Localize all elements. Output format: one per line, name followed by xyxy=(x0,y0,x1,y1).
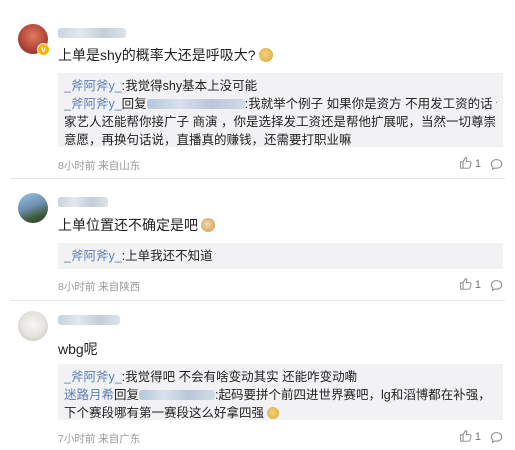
reply-author[interactable]: 迷路月希 xyxy=(64,388,114,402)
comment-text: 上单位置还不确定是吧 xyxy=(58,215,215,235)
divider xyxy=(10,300,505,301)
comment-meta: 8小时前 来自陕西 xyxy=(58,281,141,293)
reply-author[interactable]: _斧阿斧y_ xyxy=(64,97,122,111)
username-blurred[interactable] xyxy=(58,315,120,325)
doge-emoji-icon xyxy=(201,218,215,232)
reply-text: 我觉得吧 不会有啥变动其实 还能咋变动嘞 xyxy=(125,370,358,384)
like-icon xyxy=(459,277,472,293)
comment-actions: 1 xyxy=(459,157,503,171)
comment-meta: 7小时前 来自广东 xyxy=(58,433,141,445)
doge-emoji-icon xyxy=(267,407,280,419)
reply-item: _斧阿斧y_:上单我还不知道 xyxy=(64,249,213,263)
reply-author[interactable]: _斧阿斧y_ xyxy=(64,79,122,93)
reply-item: _斧阿斧y_:我觉得shy基本上没可能 xyxy=(64,79,258,93)
comment-icon[interactable] xyxy=(490,158,503,171)
divider xyxy=(10,178,505,179)
username-blurred[interactable] xyxy=(58,28,126,38)
comment-meta: 8小时前 来自山东 xyxy=(58,160,141,172)
vip-badge: v xyxy=(37,43,50,56)
avatar[interactable] xyxy=(18,311,48,341)
comment-text: wbg呢 xyxy=(58,341,98,357)
comment-1: v 上单是shy的概率大还是呼吸大? _斧阿斧y_:我觉得shy基本上没可能 _… xyxy=(0,0,515,175)
reply-text-cont: 家艺人还能帮你接广子 商演 ，你是选择发工资还是帮他扩展呢，当然一切尊崇自身 xyxy=(64,115,497,129)
comment-text: 上单是shy的概率大还是呼吸大? xyxy=(58,45,273,65)
comment-actions: 1 xyxy=(459,430,503,444)
like-button[interactable]: 1 xyxy=(459,156,481,172)
blurred-username xyxy=(146,99,245,109)
reply-list: _斧阿斧y_:我觉得shy基本上没可能 _斧阿斧y_回复:我就举个例子 如果你是… xyxy=(58,73,503,147)
like-button[interactable]: 1 xyxy=(459,277,481,293)
username-blurred[interactable] xyxy=(58,197,108,207)
reply-text-cont: 意愿，再换句话说，直播真的赚钱，还需要打职业嘛 xyxy=(64,133,352,147)
reply-list: _斧阿斧y_:我觉得吧 不会有啥变动其实 还能咋变动嘞 迷路月希回复:起码要拼个… xyxy=(58,364,503,420)
reply-item: _斧阿斧y_回复:我就举个例子 如果你是资方 不用发工资的话 你 xyxy=(64,95,497,113)
reply-text: 上单我还不知道 xyxy=(125,249,213,263)
reply-list: _斧阿斧y_:上单我还不知道 xyxy=(58,243,503,269)
blurred-username xyxy=(139,390,216,400)
reply-text: 我就举个例子 如果你是资方 不用发工资的话 你 xyxy=(248,97,497,111)
like-count: 1 xyxy=(474,279,481,291)
doge-emoji-icon xyxy=(258,48,273,62)
comment-icon[interactable] xyxy=(490,431,503,444)
avatar[interactable] xyxy=(18,193,48,223)
like-button[interactable]: 1 xyxy=(459,429,481,445)
reply-text: 我觉得shy基本上没可能 xyxy=(125,79,258,93)
reply-item: 迷路月希回复:起码要拼个前四进世界赛吧，lg和滔博都在补强， xyxy=(64,388,491,402)
like-icon xyxy=(459,156,472,172)
reply-item: _斧阿斧y_:我觉得吧 不会有啥变动其实 还能咋变动嘞 xyxy=(64,370,358,384)
comment-actions: 1 xyxy=(459,278,503,292)
reply-text: 起码要拼个前四进世界赛吧，lg和滔博都在补强， xyxy=(218,388,491,402)
reply-author[interactable]: _斧阿斧y_ xyxy=(64,370,122,384)
comment-icon[interactable] xyxy=(490,279,503,292)
reply-author[interactable]: _斧阿斧y_ xyxy=(64,249,122,263)
like-count: 1 xyxy=(474,158,481,170)
reply-text-cont: 下个赛段哪有第一赛段这么好拿四强 xyxy=(64,404,497,422)
like-count: 1 xyxy=(474,431,481,443)
like-icon xyxy=(459,429,472,445)
